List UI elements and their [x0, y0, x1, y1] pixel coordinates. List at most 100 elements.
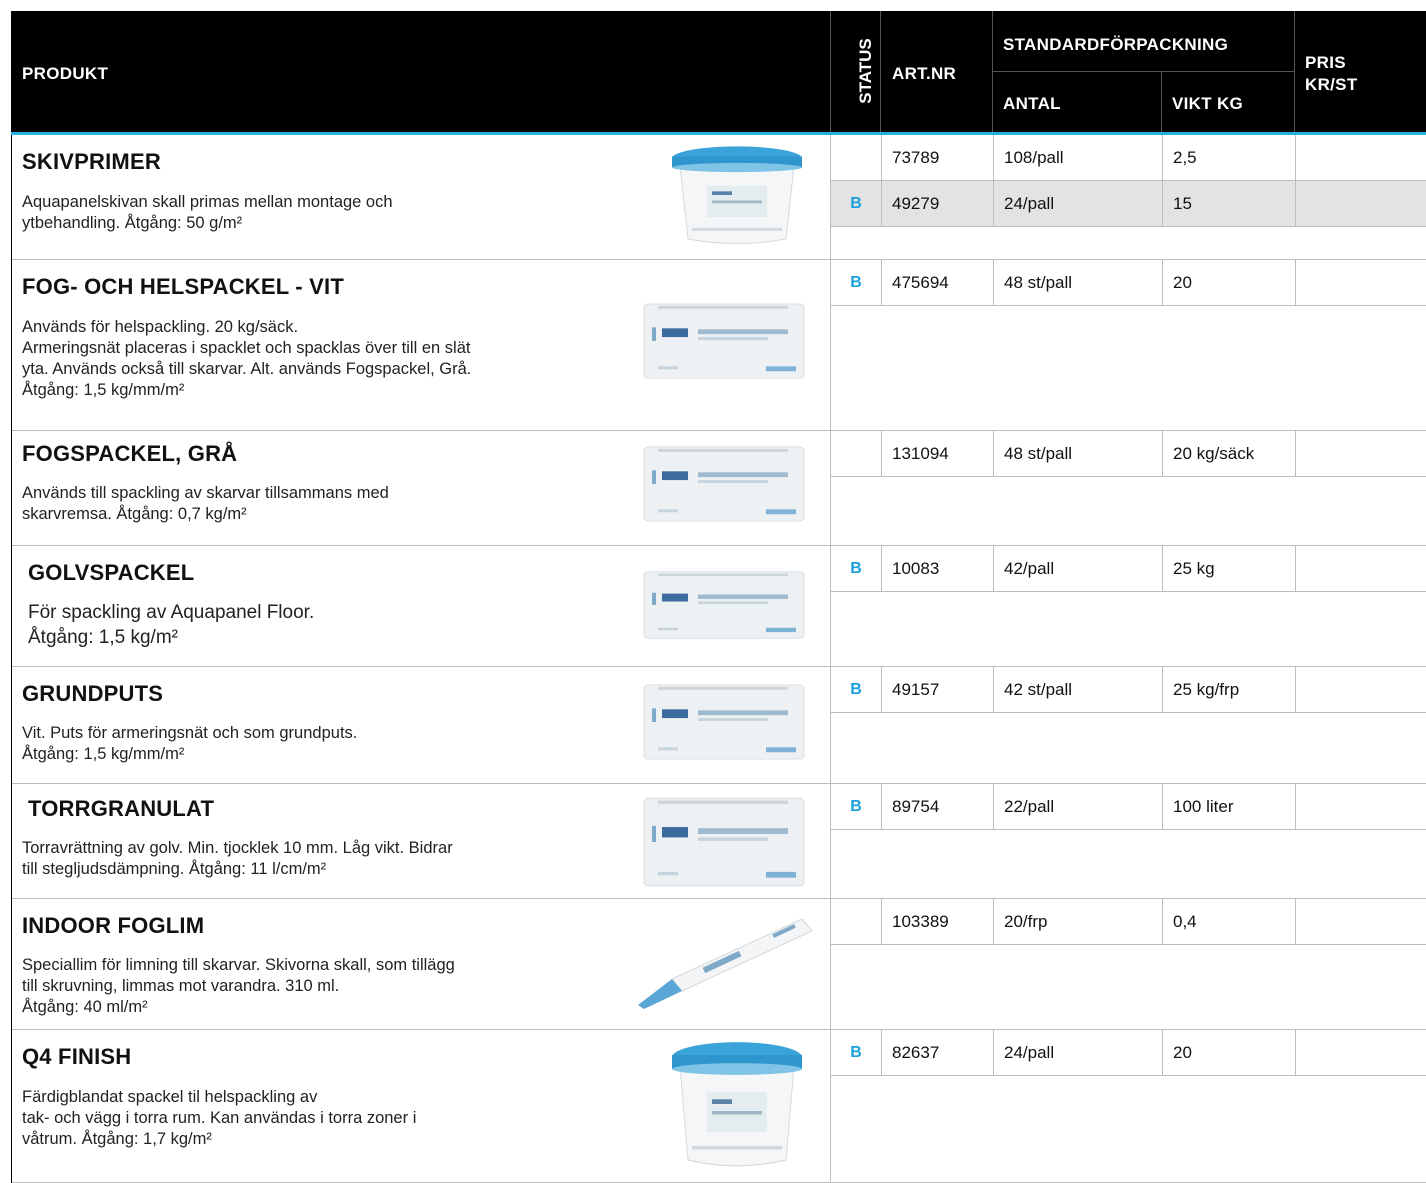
description-line: skarvremsa. Åtgång: 0,7 kg/m²: [22, 505, 247, 523]
pris-cell: [1306, 899, 1426, 944]
pris-cell: [1306, 784, 1426, 829]
artnr-cell: 49157: [892, 680, 940, 699]
antal-cell: 24/pall: [1004, 1043, 1055, 1062]
product-description: För spackling av Aquapanel Floor. Åtgång:…: [28, 600, 628, 650]
pris-cell: [1306, 667, 1426, 712]
table-row: B 89754 22/pall 100 liter: [831, 784, 1426, 830]
pris-cell: [1306, 1030, 1426, 1075]
product-description: Torravrättning av golv. Min. tjocklek 10…: [22, 838, 622, 880]
product-description: Används för helspackling. 20 kg/säck. Arm…: [22, 317, 622, 401]
description-line: Torravrättning av golv. Min. tjocklek 10…: [22, 839, 453, 857]
description-line: Åtgång: 1,5 kg/mm/m²: [22, 745, 185, 763]
antal-cell: 24/pall: [1004, 194, 1055, 213]
artnr-cell: 10083: [892, 559, 940, 578]
vikt-cell: 0,4: [1173, 912, 1197, 931]
product-title: INDOOR FOGLIM: [22, 913, 205, 938]
product-description: Aquapanelskivan skall primas mellan mont…: [22, 192, 622, 234]
status-cell: B: [850, 681, 862, 698]
vikt-cell: 20: [1173, 1043, 1192, 1062]
antal-cell: 42 st/pall: [1004, 680, 1073, 699]
product-title: FOG- OCH HELSPACKEL - VIT: [22, 274, 344, 299]
col-produkt: PRODUKT: [22, 64, 109, 83]
description-line: Används för helspackling. 20 kg/säck.: [22, 318, 299, 336]
status-cell: [831, 135, 881, 180]
description-line: Åtgång: 1,5 kg/mm/m²: [22, 381, 185, 399]
product-block: TORRGRANULAT Torravrättning av golv. Min.…: [12, 784, 1426, 899]
status-cell: B: [850, 1044, 862, 1061]
pris-cell: [1306, 546, 1426, 591]
antal-cell: 48 st/pall: [1004, 444, 1073, 463]
description-line: våtrum. Åtgång: 1,7 kg/m²: [22, 1130, 212, 1148]
pris-cell: [1306, 135, 1426, 180]
product-block: INDOOR FOGLIM Speciallim för limning till…: [12, 899, 1426, 1030]
artnr-cell: 131094: [892, 444, 949, 463]
antal-cell: 108/pall: [1004, 148, 1064, 167]
description-line: till skruvning, limmas mot varandra. 310…: [22, 977, 340, 995]
product-block: FOGSPACKEL, GRÅ Används till spackling av…: [12, 431, 1426, 546]
product-description: Används till spackling av skarvar tillsa…: [22, 483, 622, 525]
description-line: Färdigblandat spackel til helspackling a…: [22, 1088, 318, 1106]
description-line: Vit. Puts för armeringsnät och som grund…: [22, 724, 358, 742]
vikt-cell: 100 liter: [1173, 797, 1234, 816]
artnr-cell: 89754: [892, 797, 940, 816]
product-title: SKIVPRIMER: [22, 149, 161, 174]
status-cell: [831, 899, 881, 944]
pris-cell: [1306, 260, 1426, 305]
vikt-cell: 2,5: [1173, 148, 1197, 167]
description-line: Åtgång: 1,5 kg/m²: [28, 627, 178, 648]
product-title: TORRGRANULAT: [28, 796, 215, 821]
description-line: För spackling av Aquapanel Floor.: [28, 602, 315, 623]
product-title: Q4 FINISH: [22, 1044, 132, 1069]
artnr-cell: 73789: [892, 148, 940, 167]
description-line: Armeringsnät placeras i spacklet och spa…: [22, 339, 471, 357]
sack-image: [638, 683, 810, 766]
product-title: GRUNDPUTS: [22, 681, 164, 706]
product-description: Speciallim för limning till skarvar. Ski…: [22, 955, 622, 1018]
tube-image: [632, 909, 817, 1024]
table-row: 131094 48 st/pall 20 kg/säck: [831, 431, 1426, 477]
status-cell: B: [850, 195, 862, 212]
product-description: Färdigblandat spackel til helspackling a…: [22, 1087, 622, 1150]
table-row: B 475694 48 st/pall 20: [831, 260, 1426, 306]
sack-image: [638, 302, 810, 385]
bucket-image: [662, 1034, 812, 1179]
sack-image: [638, 445, 810, 528]
product-title: GOLVSPACKEL: [28, 560, 195, 585]
product-title: FOGSPACKEL, GRÅ: [22, 441, 238, 466]
status-cell: B: [850, 560, 862, 577]
bucket-image: [662, 140, 812, 255]
product-block: FOG- OCH HELSPACKEL - VIT Används för hel…: [12, 260, 1426, 431]
status-cell: [831, 431, 881, 476]
status-cell: B: [850, 274, 862, 291]
table-row: B 10083 42/pall 25 kg: [831, 546, 1426, 592]
antal-cell: 22/pall: [1004, 797, 1055, 816]
artnr-cell: 475694: [892, 273, 949, 292]
description-line: Åtgång: 40 ml/m²: [22, 998, 148, 1016]
sack-image: [638, 796, 810, 893]
antal-cell: 20/frp: [1004, 912, 1048, 931]
description-line: till stegljudsdämpning. Åtgång: 11 l/cm/…: [22, 860, 327, 878]
pris-cell: [1306, 181, 1426, 226]
description-line: Speciallim för limning till skarvar. Ski…: [22, 956, 455, 974]
table-row: B 82637 24/pall 20: [831, 1030, 1426, 1076]
product-block: SKIVPRIMER Aquapanelskivan skall primas m…: [12, 135, 1426, 260]
vikt-cell: 20: [1173, 273, 1192, 292]
col-vikt: VIKT KG: [1172, 94, 1244, 113]
antal-cell: 42/pall: [1004, 559, 1055, 578]
col-status: STATUS: [856, 38, 875, 104]
product-description: Vit. Puts för armeringsnät och som grund…: [22, 723, 622, 765]
pris-cell: [1306, 431, 1426, 476]
description-line: Används till spackling av skarvar tillsa…: [22, 484, 389, 502]
col-pris: PRIS KR/ST: [1305, 53, 1358, 94]
table-row: 73789 108/pall 2,5: [831, 135, 1426, 181]
table-row: B 49157 42 st/pall 25 kg/frp: [831, 667, 1426, 713]
antal-cell: 48 st/pall: [1004, 273, 1073, 292]
product-block: GRUNDPUTS Vit. Puts för armeringsnät och …: [12, 667, 1426, 784]
description-line: ytbehandling. Åtgång: 50 g/m²: [22, 214, 243, 232]
col-artnr: ART.NR: [892, 64, 957, 83]
table-row: 103389 20/frp 0,4: [831, 899, 1426, 945]
vikt-cell: 15: [1173, 194, 1192, 213]
table-row: B 49279 24/pall 15: [831, 181, 1426, 227]
status-cell: B: [850, 798, 862, 815]
artnr-cell: 82637: [892, 1043, 940, 1062]
